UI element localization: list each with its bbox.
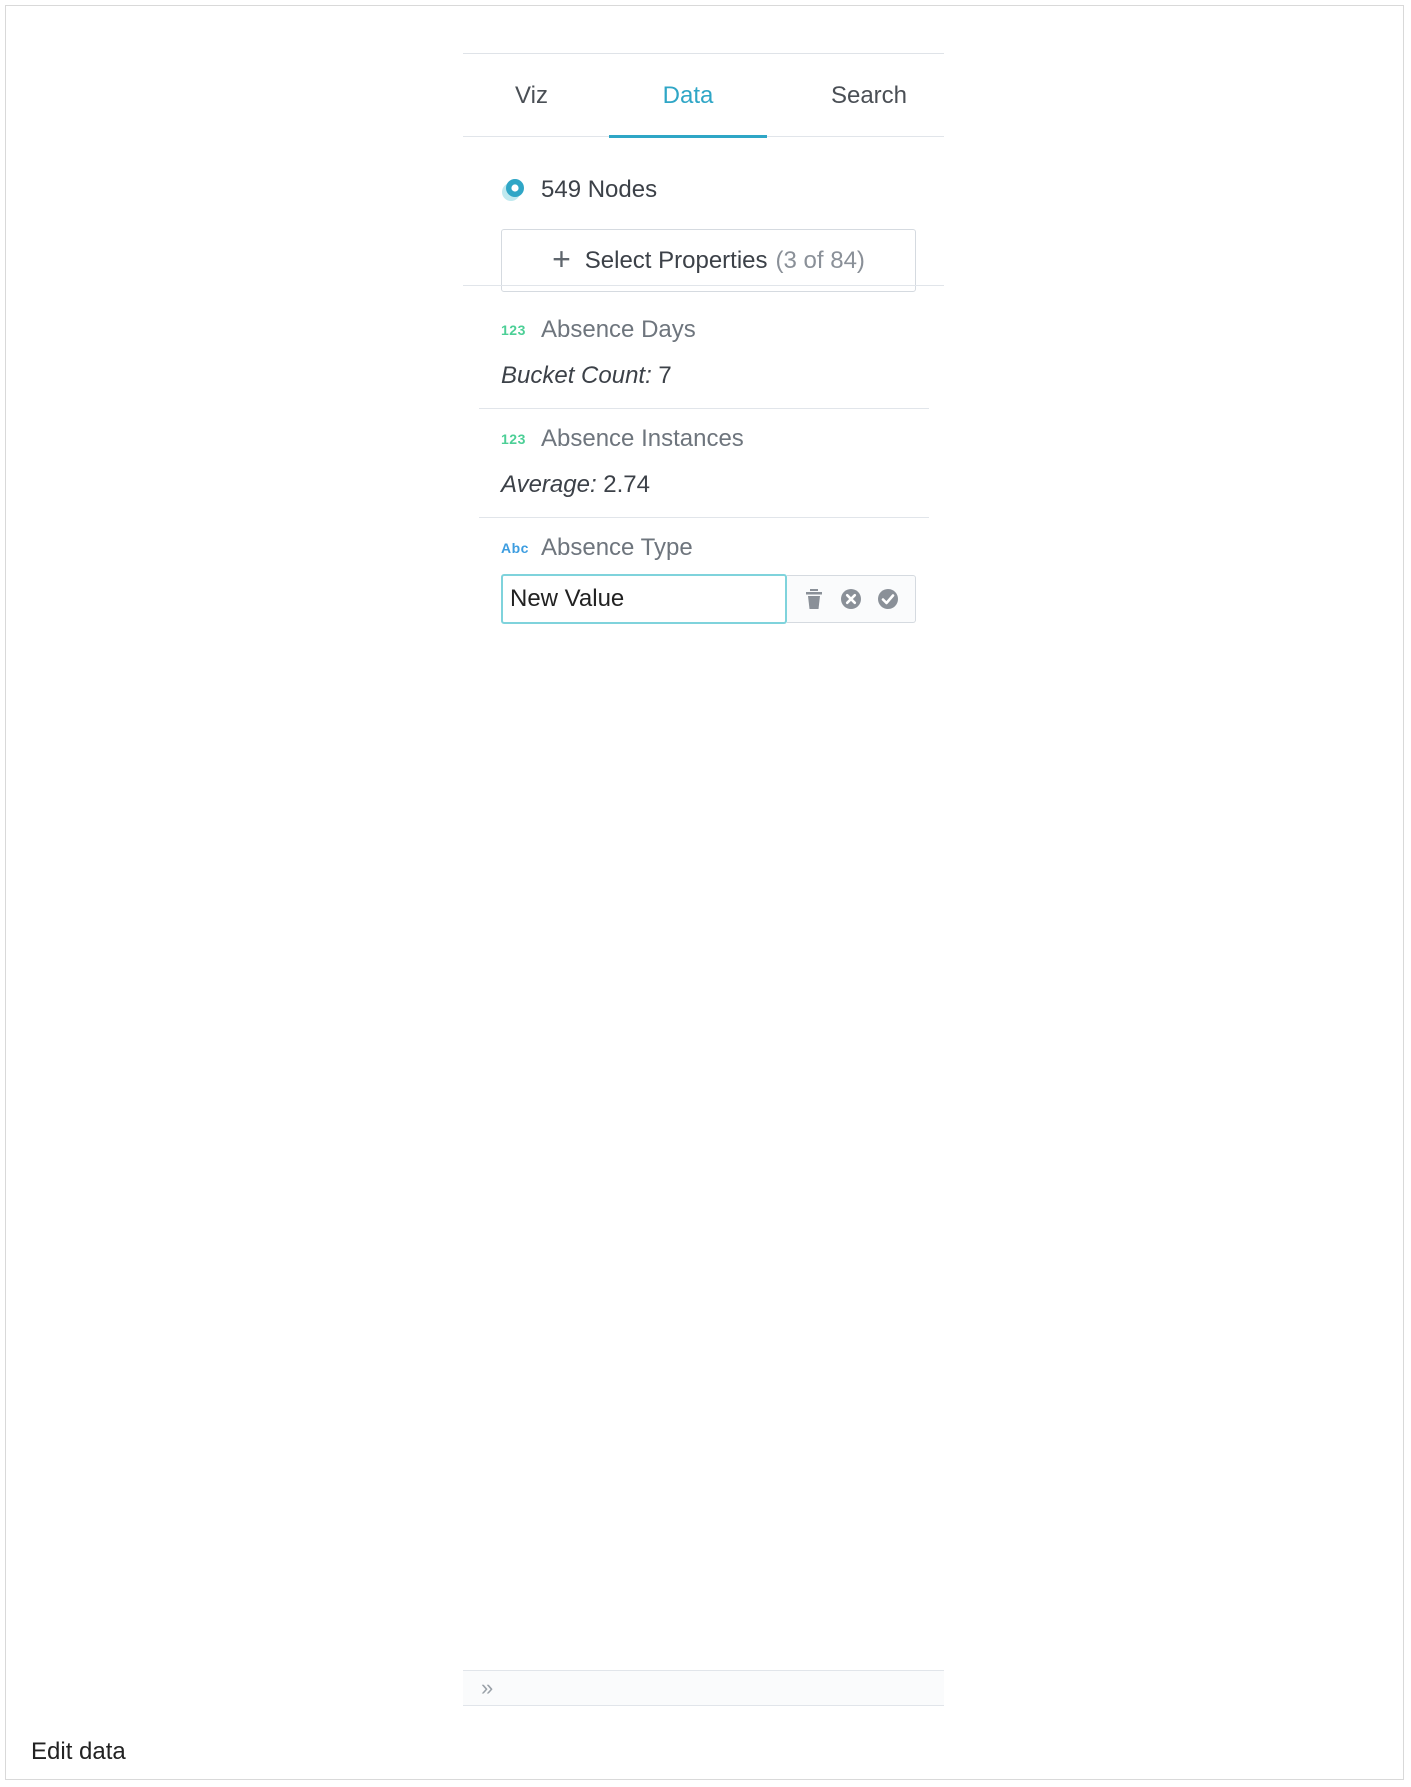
panel-footer: » [463,1670,944,1706]
select-properties-count: (3 of 84) [775,246,865,274]
property-name: Absence Days [541,316,696,343]
data-panel: Viz Data Search 549 Nodes + Select Prope… [463,48,944,1706]
property-divider [479,408,929,409]
nodes-count: 549 Nodes [541,176,658,203]
string-type-icon: Abc [501,540,529,556]
property-stat: Bucket Count: 7 [501,362,672,390]
property-header-absence-type[interactable]: Abc Absence Type [501,534,693,562]
cancel-icon[interactable] [839,587,863,611]
property-name: Absence Type [541,534,693,561]
property-header-absence-days[interactable]: 123 Absence Days [501,316,696,344]
property-divider [479,517,929,518]
tab-data[interactable]: Data [609,54,767,138]
edit-value-input[interactable] [501,574,787,624]
property-header-absence-instances[interactable]: 123 Absence Instances [501,425,744,453]
edit-value-row [501,574,916,624]
node-icon [502,179,524,201]
confirm-icon[interactable] [876,587,900,611]
caption: Edit data [31,1738,126,1765]
numeric-type-icon: 123 [501,322,526,338]
plus-icon: + [552,240,571,277]
stat-value: 2.74 [596,471,651,498]
property-stat: Average: 2.74 [501,471,650,499]
tab-search[interactable]: Search [799,54,939,137]
section-divider [463,285,944,286]
select-properties-label: Select Properties [584,246,768,274]
numeric-type-icon: 123 [501,431,526,447]
stat-label: Average: [501,471,597,498]
select-properties-button[interactable]: + Select Properties (3 of 84) [501,229,916,292]
nodes-summary: 549 Nodes [501,176,657,204]
trash-icon[interactable] [802,587,826,611]
panel-tabs: Viz Data Search [463,54,944,138]
edit-actions [787,575,916,623]
collapse-panel-icon[interactable]: » [481,1675,493,1701]
tab-viz[interactable]: Viz [489,54,574,137]
stat-label: Bucket Count: [501,362,652,389]
property-name: Absence Instances [541,425,744,452]
stat-value: 7 [651,362,672,389]
